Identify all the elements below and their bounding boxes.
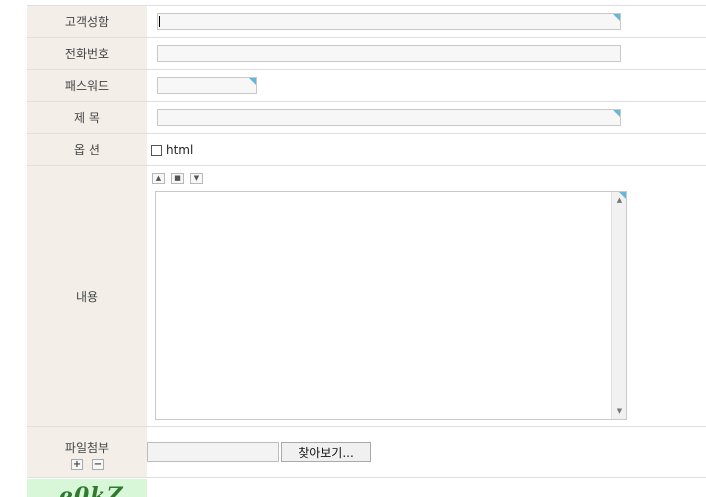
- html-option-label[interactable]: html: [166, 143, 193, 157]
- customer-name-input[interactable]: [157, 13, 621, 30]
- editor-reset-button[interactable]: ■: [171, 173, 184, 184]
- file-path-input[interactable]: [147, 442, 279, 462]
- password-input[interactable]: [157, 77, 257, 94]
- label-subject: 제 목: [27, 102, 147, 133]
- label-text: 패스워드: [64, 79, 110, 93]
- browse-button-label: 찾아보기...: [298, 445, 354, 460]
- square-icon: ■: [174, 174, 181, 182]
- textarea-scrollbar[interactable]: ▲ ▼: [611, 192, 626, 419]
- editor-shrink-button[interactable]: ▲: [152, 173, 165, 184]
- label-content: 내용: [27, 166, 147, 426]
- triangle-down-icon: ▼: [193, 174, 200, 182]
- plus-icon: +: [72, 458, 82, 470]
- label-options: 옵 션: [27, 134, 147, 165]
- scroll-down-icon[interactable]: ▼: [612, 407, 627, 415]
- html-checkbox[interactable]: [151, 145, 162, 156]
- label-text: 제 목: [74, 111, 100, 125]
- captcha-text: e0kZ: [59, 483, 124, 497]
- phone-input[interactable]: [157, 45, 621, 62]
- label-text: 내용: [75, 289, 99, 304]
- label-text: 고객성함: [64, 15, 110, 29]
- add-attachment-button[interactable]: +: [71, 459, 83, 470]
- content-textarea[interactable]: ▲ ▼: [155, 191, 627, 420]
- browse-button[interactable]: 찾아보기...: [281, 442, 371, 462]
- label-text: 전화번호: [64, 47, 110, 61]
- editor-expand-button[interactable]: ▼: [190, 173, 203, 184]
- label-password: 패스워드: [27, 70, 147, 101]
- label-phone: 전화번호: [27, 38, 147, 69]
- subject-input[interactable]: [157, 109, 621, 126]
- row-divider: [27, 477, 706, 478]
- label-attachment: 파일첨부: [27, 427, 147, 477]
- minus-icon: −: [93, 458, 103, 470]
- label-customer-name: 고객성함: [27, 6, 147, 37]
- captcha-image: e0kZ: [27, 479, 147, 497]
- text-caret: [159, 16, 160, 27]
- label-text: 옵 션: [74, 143, 100, 157]
- remove-attachment-button[interactable]: −: [92, 459, 104, 470]
- label-text: 파일첨부: [64, 441, 110, 455]
- scroll-up-icon[interactable]: ▲: [612, 196, 627, 204]
- triangle-up-icon: ▲: [155, 174, 162, 182]
